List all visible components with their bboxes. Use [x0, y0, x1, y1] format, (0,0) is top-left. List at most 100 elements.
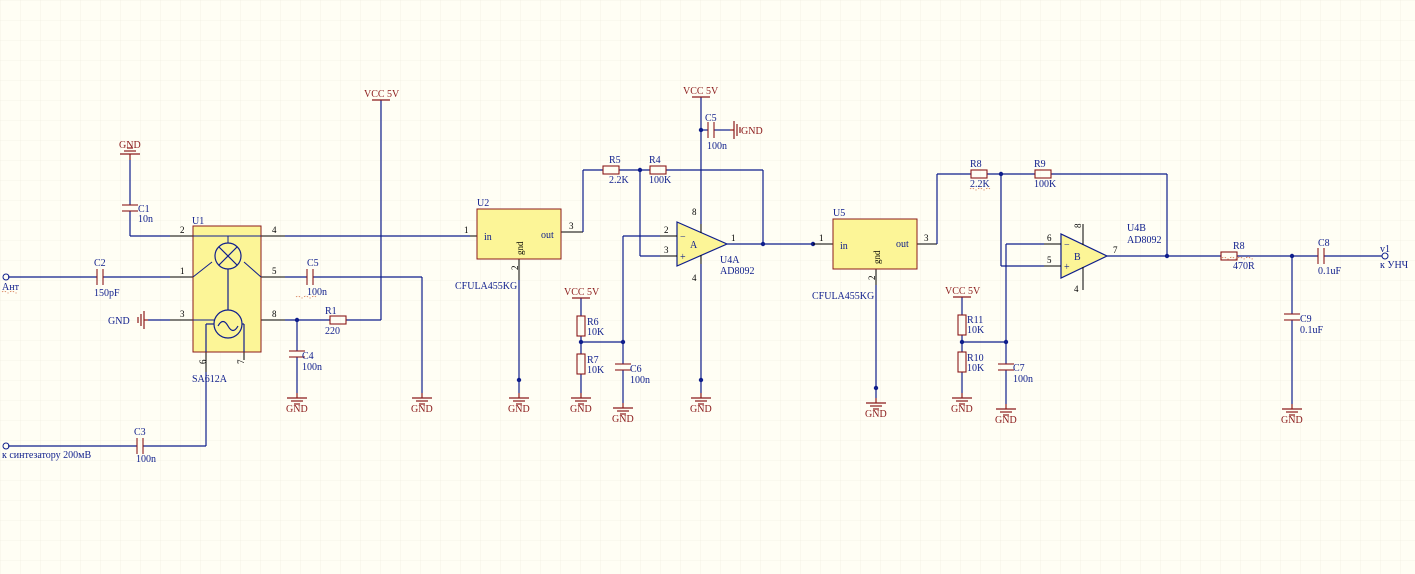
gnd-label: GND [951, 404, 973, 415]
junction-dot [698, 377, 704, 383]
u5-pin-1: 1 [819, 233, 824, 243]
c5a-value: 100n [307, 287, 327, 298]
u5-pin-3: 3 [924, 233, 929, 243]
u4b-unit: B [1074, 252, 1081, 263]
r8b-ref: R8 [1233, 241, 1245, 252]
vcc-label: VCC 5V [945, 286, 981, 297]
r4-value: 100K [649, 175, 672, 186]
c7-ref: C7 [1013, 363, 1025, 374]
r1-ref: R1 [325, 306, 337, 317]
u5-gnd: gnd [872, 250, 882, 264]
vcc-symbol: VCC 5V [564, 287, 600, 299]
c6-value: 100n [630, 375, 650, 386]
u1-pin-6: 6 [198, 359, 208, 364]
u4b-pin-4: 4 [1074, 284, 1079, 294]
u4b-pin-6: 6 [1047, 233, 1052, 243]
junction-dot [873, 385, 879, 391]
u4a-part: AD8092 [720, 266, 754, 277]
r10-value: 10K [967, 363, 985, 374]
junction-dot [760, 241, 766, 247]
u2-ref: U2 [477, 198, 489, 209]
u4a-pin-8: 8 [692, 207, 697, 217]
c2-value: 150pF [94, 288, 120, 299]
svg-text:+: + [1064, 262, 1070, 273]
u5-part: CFULA455KG [812, 291, 874, 302]
u1-pin-8: 8 [272, 309, 277, 319]
r1-value: 220 [325, 326, 340, 337]
c9-value: 0.1uF [1300, 325, 1324, 336]
c4-value: 100n [302, 362, 322, 373]
r6-value: 10K [587, 327, 605, 338]
c7-value: 100n [1013, 374, 1033, 385]
c2-ref: C2 [94, 258, 106, 269]
gnd-label: GND [411, 404, 433, 415]
u4a-unit: A [690, 240, 698, 251]
u5-pin-2: 2 [867, 276, 877, 281]
u4b-ref: U4B [1127, 223, 1146, 234]
vcc-symbol: VCC 5V [945, 286, 981, 298]
u4a-pin-1: 1 [731, 233, 736, 243]
r8b-value: 470R [1233, 261, 1255, 272]
r7-value: 10K [587, 365, 605, 376]
port-synth-label: к синтезатору 200мВ [2, 450, 91, 461]
junction-dot [578, 339, 584, 345]
r8a-ref: R8 [970, 159, 982, 170]
vcc-label: VCC 5V [364, 89, 400, 100]
u4b-pin-5: 5 [1047, 255, 1052, 265]
port-out-label: к УНЧ [1380, 260, 1409, 271]
junction-dot [998, 171, 1004, 177]
u2-pin-1: 1 [464, 225, 469, 235]
r9-ref: R9 [1034, 159, 1046, 170]
svg-text:−: − [1064, 240, 1070, 251]
port-v1-label: v1 [1380, 244, 1390, 255]
vcc-label: VCC 5V [564, 287, 600, 298]
c8-value: 0.1uF [1318, 266, 1342, 277]
u5-out: out [896, 239, 909, 250]
u1-part: SA612A [192, 374, 228, 385]
u4b-part: AD8092 [1127, 235, 1161, 246]
u4b-pin-8: 8 [1073, 223, 1083, 228]
r9-value: 100K [1034, 179, 1057, 190]
c1-value: 10n [138, 214, 153, 225]
gnd-label: GND [108, 316, 130, 327]
c4-ref: C4 [302, 351, 314, 362]
gnd-label: GND [570, 404, 592, 415]
vcc-symbol: VCC 5V [364, 89, 400, 101]
svg-text:+: + [680, 252, 686, 263]
vcc-label: VCC 5V [683, 86, 719, 97]
u4a-pin-2: 2 [664, 225, 669, 235]
u1-pin-4: 4 [272, 225, 277, 235]
junction-dot [1003, 339, 1009, 345]
gnd-label: GND [741, 126, 763, 137]
c3-value: 100n [136, 454, 156, 465]
r5-value: 2.2K [609, 175, 630, 186]
u4a-pin-4: 4 [692, 273, 697, 283]
junction-dot [1289, 253, 1295, 259]
gnd-label: GND [508, 404, 530, 415]
u2-in: in [484, 232, 492, 243]
c5b-ref: C5 [705, 113, 717, 124]
junction-dot [294, 317, 300, 323]
u1-ref: U1 [192, 216, 204, 227]
schematic-canvas: Ант к синтезатору 200мВ C1 10n GND C2 15… [0, 0, 1415, 574]
junction-dot [620, 339, 626, 345]
gnd-label: GND [865, 409, 887, 420]
u1-pin-1: 1 [180, 266, 185, 276]
c3-ref: C3 [134, 427, 146, 438]
gnd-label: GND [286, 404, 308, 415]
junction-dot [698, 127, 704, 133]
u5-ref: U5 [833, 208, 845, 219]
r5-ref: R5 [609, 155, 621, 166]
u5-in: in [840, 241, 848, 252]
u2-gnd: gnd [515, 241, 525, 255]
u4a-pin-3: 3 [664, 245, 669, 255]
gnd-label: GND [119, 140, 141, 151]
u2-pin-3: 3 [569, 221, 574, 231]
u1-pin-5: 5 [272, 266, 277, 276]
u1-pin-2: 2 [180, 225, 185, 235]
u4b-pin-7: 7 [1113, 245, 1118, 255]
gnd-label: GND [995, 415, 1017, 426]
gnd-label: GND [1281, 415, 1303, 426]
u1-pin-7: 7 [236, 359, 246, 364]
c6-ref: C6 [630, 364, 642, 375]
